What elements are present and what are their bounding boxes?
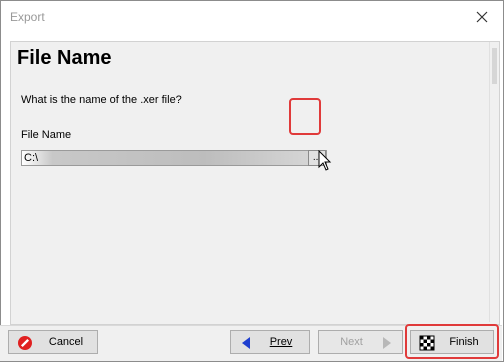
wizard-content: File Name What is the name of the .xer f… (12, 43, 489, 323)
window-title: Export (10, 10, 45, 24)
title-bar: Export (1, 1, 503, 33)
vertical-scrollbar[interactable] (489, 42, 499, 322)
prev-button[interactable]: Prev (230, 330, 310, 354)
cancel-button[interactable]: Cancel (8, 330, 98, 354)
file-path-input[interactable] (21, 150, 327, 166)
browse-highlight-box (289, 98, 321, 135)
scrollbar-thumb[interactable] (492, 48, 497, 84)
file-name-question: What is the name of the .xer file? (21, 94, 182, 106)
finish-highlight-box (405, 324, 499, 359)
page-title: File Name (17, 47, 112, 69)
mouse-pointer-icon (318, 149, 332, 175)
no-entry-icon (17, 335, 33, 351)
export-dialog: Export File Name What is the name of the… (0, 0, 504, 362)
prev-label: Prev (269, 336, 293, 348)
next-button[interactable]: Next (318, 330, 403, 354)
next-label: Next (340, 336, 363, 348)
wizard-panel: File Name What is the name of the .xer f… (10, 41, 500, 325)
right-arrow-icon (378, 335, 394, 351)
close-icon[interactable] (472, 7, 492, 27)
cancel-label: Cancel (48, 336, 84, 348)
file-name-label: File Name (21, 129, 72, 141)
